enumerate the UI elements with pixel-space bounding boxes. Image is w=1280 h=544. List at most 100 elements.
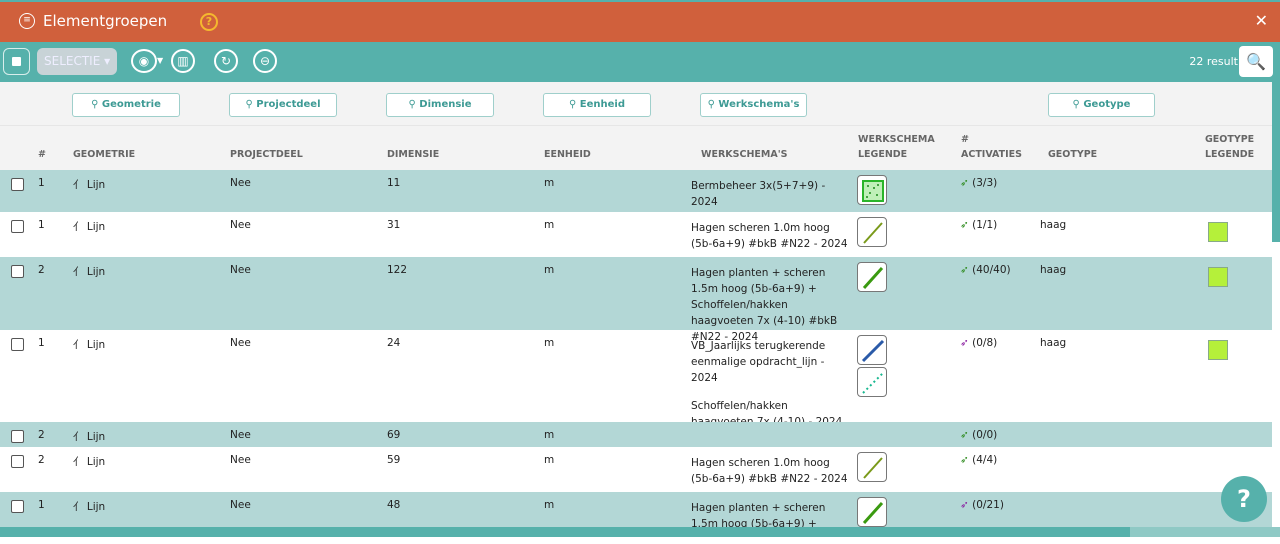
table-body: 1 ⺅ Lijn Nee 11 m Bermbeheer 3x(5+7+9) - 2024… xyxy=(0,170,1272,532)
col-dimensie[interactable]: DIMENSIE xyxy=(387,147,439,162)
dimensie: 59 xyxy=(387,454,401,466)
geometry: Lijn xyxy=(86,456,106,468)
chart-icon[interactable]: ▥ xyxy=(171,49,195,73)
rocket-icon: ➶ xyxy=(960,454,969,466)
row-checkbox[interactable] xyxy=(11,178,24,191)
line-geometry-icon: ⺅ xyxy=(73,179,84,191)
legend-dotted-icon xyxy=(857,367,887,397)
dimensie: 122 xyxy=(387,264,408,276)
filter-eenheid[interactable]: ⚲ Eenheid xyxy=(543,93,651,117)
eenheid: m xyxy=(544,429,555,441)
rocket-icon: ➶ xyxy=(960,177,969,189)
refresh-icon[interactable]: ↻ xyxy=(214,49,238,73)
col-activaties[interactable]: # ACTIVATIES xyxy=(961,132,1031,162)
rocket-icon: ➶ xyxy=(960,499,969,511)
row-number: 2 xyxy=(38,429,45,441)
dimensie: 11 xyxy=(387,177,401,189)
line-geometry-icon: ⺅ xyxy=(73,221,84,233)
row-number: 2 xyxy=(38,454,45,466)
geotype: haag xyxy=(1040,264,1067,276)
table-row[interactable]: 1 ⺅ Lijn Nee 24 m VB_Jaarlijks terugkerende e… xyxy=(0,330,1272,428)
activaties-count: (3/3) xyxy=(972,177,998,189)
close-button[interactable]: ✕ xyxy=(1255,11,1268,30)
werkschema-text: Bermbeheer 3x(5+7+9) - 2024 xyxy=(691,180,826,208)
rocket-icon: ➶ xyxy=(960,429,969,441)
geotype-swatch xyxy=(1208,340,1228,360)
line-geometry-icon: ⺅ xyxy=(73,501,84,513)
col-eenheid[interactable]: EENHEID xyxy=(544,147,591,162)
projectdeel: Nee xyxy=(230,177,251,189)
geometry: Lijn xyxy=(86,431,106,443)
search-button[interactable]: 🔍 xyxy=(1239,46,1273,77)
list-icon[interactable]: ≡ xyxy=(19,13,35,29)
legend-dots-icon xyxy=(857,175,887,205)
filter-label: Geometrie xyxy=(101,99,161,110)
legend-green-icon xyxy=(857,497,887,527)
werkschema-legends xyxy=(857,262,887,294)
select-all-button[interactable] xyxy=(3,48,30,75)
help-button[interactable]: ? xyxy=(1221,476,1267,522)
row-checkbox[interactable] xyxy=(11,338,24,351)
geotype: haag xyxy=(1040,337,1067,349)
geometry: Lijn xyxy=(86,221,106,233)
eye-icon[interactable]: ◉ xyxy=(131,49,157,73)
geometry: Lijn xyxy=(86,339,106,351)
filter-label: Eenheid xyxy=(579,99,626,110)
row-number: 1 xyxy=(38,499,45,511)
werkschema-legends xyxy=(857,175,887,207)
projectdeel: Nee xyxy=(230,499,251,511)
filter-werkschemas[interactable]: ⚲ Werkschema's xyxy=(700,93,807,117)
werkschema-text: Hagen scheren 1.0m hoog (5b-6a+9) #bkB #… xyxy=(691,457,848,485)
filter-geometrie[interactable]: ⚲ Geometrie xyxy=(72,93,180,117)
table-row[interactable]: 1 ⺅ Lijn Nee 11 m Bermbeheer 3x(5+7+9) - 2024… xyxy=(0,170,1272,212)
row-number: 2 xyxy=(38,264,45,276)
col-num[interactable]: # xyxy=(38,147,46,162)
horizontal-scrollbar-thumb[interactable] xyxy=(0,527,1130,537)
title-bar: ≡ Elementgroepen ? ✕ xyxy=(0,0,1280,42)
vertical-scrollbar[interactable] xyxy=(1272,82,1280,242)
geometry: Lijn xyxy=(86,501,106,513)
col-geotype[interactable]: GEOTYPE xyxy=(1048,147,1097,162)
row-checkbox[interactable] xyxy=(11,455,24,468)
eenheid: m xyxy=(544,219,555,231)
col-werkschemas[interactable]: WERKSCHEMA'S xyxy=(701,147,787,162)
activaties-count: (40/40) xyxy=(972,264,1011,276)
projectdeel: Nee xyxy=(230,219,251,231)
table-header: # GEOMETRIE PROJECTDEEL DIMENSIE EENHEID… xyxy=(0,125,1272,170)
col-werkschema-legende[interactable]: WERKSCHEMA LEGENDE xyxy=(858,132,943,162)
filter-label: Geotype xyxy=(1083,99,1131,110)
line-geometry-icon: ⺅ xyxy=(73,431,84,443)
table-row[interactable]: 1 ⺅ Lijn Nee 31 m Hagen scheren 1.0m hoog (5b… xyxy=(0,212,1272,257)
col-projectdeel[interactable]: PROJECTDEEL xyxy=(230,147,303,162)
filter-label: Werkschema's xyxy=(718,99,800,110)
chevron-down-icon[interactable]: ▼ xyxy=(157,56,163,65)
row-checkbox[interactable] xyxy=(11,265,24,278)
activaties-count: (0/21) xyxy=(972,499,1004,511)
slider-icon[interactable]: ⊖ xyxy=(253,49,277,73)
werkschema-legends xyxy=(857,217,887,249)
filter-dimensie[interactable]: ⚲ Dimensie xyxy=(386,93,494,117)
line-geometry-icon: ⺅ xyxy=(73,339,84,351)
col-geotype-legende[interactable]: GEOTYPE LEGENDE xyxy=(1205,132,1265,162)
projectdeel: Nee xyxy=(230,454,251,466)
filter-label: Dimensie xyxy=(419,99,472,110)
dimensie: 48 xyxy=(387,499,401,511)
filter-projectdeel[interactable]: ⚲ Projectdeel xyxy=(229,93,337,117)
line-geometry-icon: ⺅ xyxy=(73,456,84,468)
row-checkbox[interactable] xyxy=(11,220,24,233)
werkschema-legends xyxy=(857,335,887,399)
help-icon[interactable]: ? xyxy=(200,13,218,31)
row-number: 1 xyxy=(38,337,45,349)
legend-olive-icon xyxy=(857,217,887,247)
table-row[interactable]: 2 ⺅ Lijn Nee 122 m Hagen planten + scheren 1.… xyxy=(0,257,1272,343)
table-row[interactable]: 2 ⺅ Lijn Nee 69 m ➶ (0/0) xyxy=(0,422,1272,447)
selectie-dropdown[interactable]: SELECTIE ▾ xyxy=(37,48,117,75)
filter-geotype[interactable]: ⚲ Geotype xyxy=(1048,93,1155,117)
row-checkbox[interactable] xyxy=(11,430,24,443)
table-row[interactable]: 2 ⺅ Lijn Nee 59 m Hagen scheren 1.0m hoog (5b… xyxy=(0,447,1272,492)
col-geometrie[interactable]: GEOMETRIE xyxy=(73,147,135,162)
table-row[interactable]: 1 ⺅ Lijn Nee 48 m Hagen planten + scheren 1.5… xyxy=(0,492,1272,532)
activaties-count: (1/1) xyxy=(972,219,998,231)
geotype-swatch xyxy=(1208,222,1228,242)
row-checkbox[interactable] xyxy=(11,500,24,513)
